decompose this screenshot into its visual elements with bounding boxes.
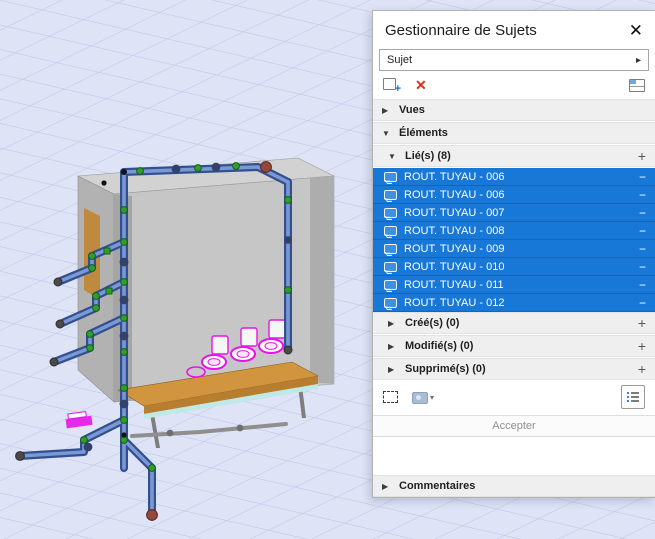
chevron-right-icon: ▸ [635, 54, 641, 66]
section-vues[interactable]: ▶ Vues [373, 99, 655, 121]
remove-element-icon[interactable]: − [639, 297, 646, 309]
element-tag-icon [384, 261, 397, 272]
element-tag-icon [384, 279, 397, 290]
panel-title: Gestionnaire de Sujets [385, 21, 537, 39]
section-comments[interactable]: ▶ Commentaires [373, 475, 655, 497]
chevron-collapsed-icon: ▶ [382, 105, 389, 115]
add-linked-icon[interactable]: + [638, 149, 646, 163]
list-item[interactable]: ROUT. TUYAU - 008 − [373, 222, 655, 240]
topic-organizer-icon[interactable] [629, 78, 645, 92]
linked-elements-list: ROUT. TUYAU - 006 − ROUT. TUYAU - 006 − … [373, 168, 655, 312]
section-vues-label: Vues [399, 104, 425, 116]
list-item[interactable]: ROUT. TUYAU - 012 − [373, 294, 655, 312]
element-tag-icon [384, 171, 397, 182]
plus-badge-icon: + [394, 83, 401, 95]
element-label: ROUT. TUYAU - 009 [404, 242, 505, 255]
chevron-expanded-icon: ▼ [382, 128, 390, 138]
panel-header: Gestionnaire de Sujets ✕ [373, 11, 655, 49]
section-elements[interactable]: ▼ Éléments [373, 122, 655, 144]
add-deleted-icon[interactable]: + [638, 362, 646, 376]
topic-filter-dropdown[interactable]: Sujet ▸ [379, 49, 649, 71]
chevron-collapsed-icon: ▶ [388, 341, 395, 351]
remove-element-icon[interactable]: − [639, 207, 646, 219]
add-created-icon[interactable]: + [638, 316, 646, 330]
remove-element-icon[interactable]: − [639, 243, 646, 255]
elements-toolbar: ▾ [373, 381, 655, 413]
element-label: ROUT. TUYAU - 012 [404, 296, 505, 309]
section-deleted-label: Supprimé(s) (0) [405, 363, 486, 375]
section-comments-label: Commentaires [399, 480, 476, 492]
marquee-select-icon[interactable] [383, 391, 398, 403]
chevron-collapsed-icon: ▶ [388, 364, 395, 374]
remove-element-icon[interactable]: − [639, 261, 646, 273]
list-item[interactable]: ROUT. TUYAU - 006 − [373, 186, 655, 204]
topic-filter-value: Sujet [387, 54, 413, 66]
list-item[interactable]: ROUT. TUYAU - 007 − [373, 204, 655, 222]
element-list-settings-button[interactable] [621, 385, 645, 409]
list-item[interactable]: ROUT. TUYAU - 009 − [373, 240, 655, 258]
element-tag-icon [384, 207, 397, 218]
list-item[interactable]: ROUT. TUYAU - 010 − [373, 258, 655, 276]
element-tag-icon [384, 297, 397, 308]
list-settings-icon [626, 391, 639, 403]
element-label: ROUT. TUYAU - 010 [404, 260, 505, 273]
element-tag-icon [384, 225, 397, 236]
remove-element-icon[interactable]: − [639, 225, 646, 237]
element-label: ROUT. TUYAU - 006 [404, 188, 505, 201]
section-created[interactable]: ▶ Créé(s) (0) + [373, 312, 655, 334]
section-created-label: Créé(s) (0) [405, 317, 460, 329]
element-label: ROUT. TUYAU - 007 [404, 206, 505, 219]
delete-topic-icon[interactable]: ✕ [415, 78, 427, 92]
element-label: ROUT. TUYAU - 011 [404, 278, 504, 291]
chevron-expanded-icon: ▼ [388, 151, 396, 161]
element-label: ROUT. TUYAU - 006 [404, 170, 505, 183]
section-deleted[interactable]: ▶ Supprimé(s) (0) + [373, 358, 655, 380]
section-linked[interactable]: ▼ Lié(s) (8) + [373, 145, 655, 167]
chevron-collapsed-icon: ▶ [382, 481, 389, 491]
new-topic-icon[interactable]: + [383, 78, 401, 95]
section-elements-label: Éléments [399, 127, 448, 139]
remove-element-icon[interactable]: − [639, 279, 646, 291]
element-label: ROUT. TUYAU - 008 [404, 224, 505, 237]
remove-element-icon[interactable]: − [639, 189, 646, 201]
section-modified-label: Modifié(s) (0) [405, 340, 474, 352]
add-modified-icon[interactable]: + [638, 339, 646, 353]
capture-view-icon[interactable]: ▾ [412, 391, 434, 404]
panel-toolbar: + ✕ [373, 76, 655, 99]
close-icon[interactable]: ✕ [629, 22, 643, 39]
remove-element-icon[interactable]: − [639, 171, 646, 183]
panel-spacer [373, 437, 655, 472]
section-modified[interactable]: ▶ Modifié(s) (0) + [373, 335, 655, 357]
element-tag-icon [384, 243, 397, 254]
element-tag-icon [384, 189, 397, 200]
caret-down-icon: ▾ [429, 393, 434, 402]
list-item[interactable]: ROUT. TUYAU - 011 − [373, 276, 655, 294]
section-linked-label: Lié(s) (8) [405, 150, 451, 162]
accept-button[interactable]: Accepter [373, 415, 655, 437]
chevron-collapsed-icon: ▶ [388, 318, 395, 328]
topic-manager-panel: Gestionnaire de Sujets ✕ Sujet ▸ + ✕ ▶ V… [372, 10, 655, 498]
list-item[interactable]: ROUT. TUYAU - 006 − [373, 168, 655, 186]
